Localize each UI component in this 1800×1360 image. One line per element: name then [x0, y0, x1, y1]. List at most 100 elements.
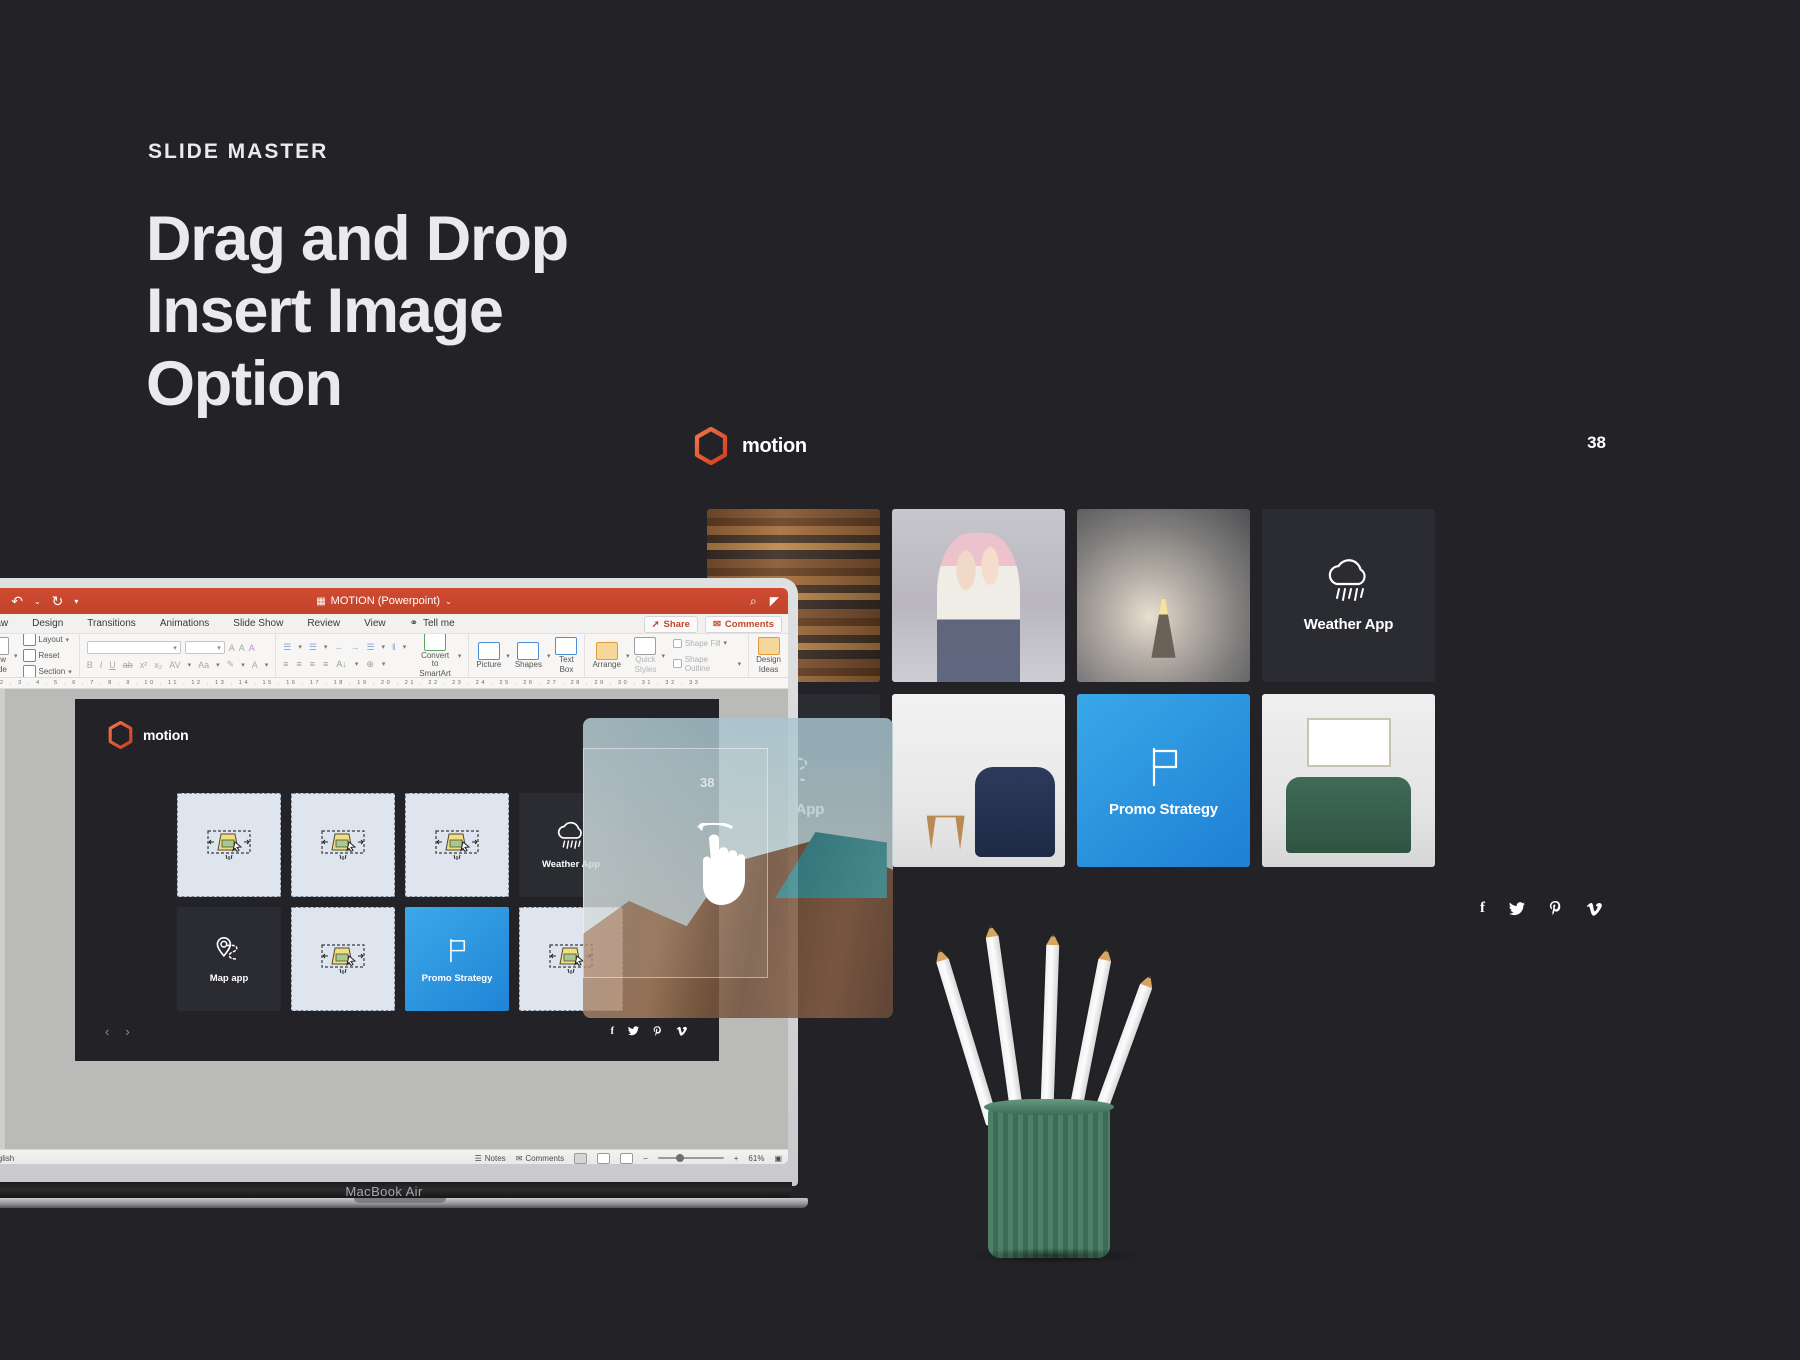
share-button[interactable]: ➚ Share — [643, 616, 698, 633]
picture-button[interactable]: Picture — [476, 641, 501, 669]
facebook-icon[interactable]: f — [1480, 900, 1485, 917]
tab-slide-show[interactable]: Slide Show — [221, 618, 295, 629]
font-size-select[interactable]: ▾ — [184, 641, 225, 654]
line-spacing-button[interactable]: ☰ — [366, 642, 374, 653]
layout-dropdown-icon[interactable]: ▾ — [66, 636, 70, 644]
numbering-dropdown-icon[interactable]: ▾ — [324, 643, 328, 651]
comments-button-status[interactable]: ✉ Comments — [516, 1154, 564, 1163]
superscript-button[interactable]: x² — [140, 660, 148, 670]
subscript-button[interactable]: x₂ — [154, 660, 162, 670]
shapes-dropdown-icon[interactable]: ▾ — [547, 652, 551, 660]
character-spacing-button[interactable]: AV — [169, 660, 180, 670]
reset-button[interactable]: Reset — [22, 649, 72, 662]
undo-icon[interactable]: ↶ — [11, 593, 23, 610]
text-box-button[interactable]: Text Box — [555, 637, 578, 674]
redo-icon[interactable]: ↻ — [52, 593, 64, 610]
shapes-button[interactable]: Shapes — [515, 641, 542, 669]
mini-tile-promo-strategy[interactable]: Promo Strategy — [405, 907, 509, 1011]
align-center-button[interactable]: ≡ — [297, 659, 302, 669]
tile-photo-interior[interactable] — [892, 694, 1065, 867]
mini-tile-map-app[interactable]: Map app — [177, 907, 281, 1011]
shrink-font-button[interactable]: A — [239, 643, 245, 653]
reading-view-icon[interactable] — [620, 1152, 634, 1164]
new-slide-button[interactable]: New Slide — [0, 637, 9, 674]
undo-dropdown-icon[interactable]: ⌄ — [34, 597, 41, 606]
tile-photo-lamp[interactable] — [1077, 509, 1250, 682]
text-highlight-button[interactable]: ✎ — [227, 659, 235, 670]
pinterest-icon[interactable] — [1549, 901, 1562, 916]
increase-indent-button[interactable]: → — [350, 642, 359, 652]
facebook-icon[interactable]: f — [611, 1026, 614, 1037]
new-slide-dropdown-icon[interactable]: ▾ — [14, 652, 18, 660]
quick-styles-button[interactable]: Quick Styles — [634, 637, 657, 674]
align-left-button[interactable]: ≡ — [283, 659, 288, 669]
tell-me-box[interactable]: ⚭ Tell me — [398, 618, 467, 629]
align-right-button[interactable]: ≡ — [310, 659, 315, 669]
zoom-in-button[interactable]: + — [734, 1154, 739, 1163]
horizontal-ruler[interactable]: 1 . 2 . 3 . 4 . 5 . 6 . 7 . 8 . 9 . 10 .… — [0, 678, 788, 689]
strikethrough-button[interactable]: ab — [123, 660, 133, 670]
next-arrow-icon[interactable]: › — [125, 1024, 129, 1039]
document-chevron-icon[interactable]: ⌄ — [445, 597, 452, 606]
columns-button[interactable]: ‖ — [392, 642, 396, 652]
placeholder-tile-1[interactable] — [177, 793, 281, 897]
account-icon[interactable]: ◤ — [770, 594, 779, 608]
fit-to-window-icon[interactable]: ▣ — [774, 1154, 782, 1163]
smartart-dropdown-icon[interactable]: ▾ — [458, 652, 462, 660]
normal-view-icon[interactable] — [574, 1152, 588, 1164]
search-icon[interactable]: ⌕ — [750, 594, 757, 609]
shape-outline-dropdown-icon[interactable]: ▾ — [738, 660, 742, 668]
slide-sorter-icon[interactable] — [597, 1152, 611, 1164]
tile-promo-strategy[interactable]: Promo Strategy — [1077, 694, 1250, 867]
quick-styles-dropdown-icon[interactable]: ▾ — [661, 652, 665, 660]
placeholder-tile-4[interactable] — [291, 907, 395, 1011]
numbering-button[interactable]: ☰ — [309, 642, 317, 653]
font-name-select[interactable]: ▾ — [86, 641, 181, 654]
arrange-button[interactable]: Arrange — [592, 641, 621, 669]
text-highlight-dropdown-icon[interactable]: ▾ — [241, 661, 245, 669]
shape-outline-button[interactable]: Shape Outline ▾ — [672, 655, 742, 673]
pinterest-icon[interactable] — [653, 1026, 662, 1037]
tile-weather-app[interactable]: Weather App — [1262, 509, 1435, 682]
bullets-dropdown-icon[interactable]: ▾ — [298, 643, 302, 651]
section-dropdown-icon[interactable]: ▾ — [68, 668, 72, 676]
arrange-dropdown-icon[interactable]: ▾ — [626, 652, 630, 660]
zoom-slider-knob[interactable] — [676, 1154, 685, 1162]
convert-to-smartart-button[interactable]: Convert to SmartArt — [417, 634, 453, 677]
tab-animations[interactable]: Animations — [148, 618, 221, 629]
font-color-dropdown-icon[interactable]: ▾ — [265, 661, 269, 669]
twitter-icon[interactable] — [1509, 901, 1525, 916]
clear-formatting-button[interactable]: A — [249, 643, 255, 653]
placeholder-tile-3[interactable] — [405, 793, 509, 897]
comments-button[interactable]: ✉ Comments — [704, 616, 782, 633]
decrease-indent-button[interactable]: ← — [334, 642, 343, 652]
line-spacing-dropdown-icon[interactable]: ▾ — [382, 643, 386, 651]
justify-button[interactable]: ≡ — [323, 659, 328, 669]
align-text-dropdown-icon[interactable]: ▾ — [382, 660, 386, 668]
tile-photo-green-chairs[interactable] — [1262, 694, 1435, 867]
shape-fill-button[interactable]: Shape Fill ▾ — [672, 638, 741, 648]
tab-transitions[interactable]: Transitions — [75, 618, 148, 629]
grow-font-button[interactable]: A — [229, 643, 235, 653]
bold-button[interactable]: B — [87, 660, 93, 670]
language-indicator[interactable]: English — [0, 1154, 14, 1163]
zoom-slider[interactable] — [657, 1154, 724, 1162]
tab-view[interactable]: View — [352, 618, 398, 629]
change-case-dropdown-icon[interactable]: ▾ — [216, 661, 220, 669]
shape-fill-dropdown-icon[interactable]: ▾ — [724, 639, 728, 647]
italic-button[interactable]: I — [100, 660, 103, 670]
qat-overflow-icon[interactable]: ▾ — [74, 597, 78, 606]
zoom-out-button[interactable]: − — [643, 1154, 648, 1163]
change-case-button[interactable]: Aa — [198, 660, 209, 670]
design-ideas-button[interactable]: Design Ideas — [756, 637, 781, 674]
underline-button[interactable]: U — [109, 660, 116, 670]
layout-button[interactable]: Layout ▾ — [22, 634, 72, 646]
vimeo-icon[interactable] — [1586, 902, 1602, 916]
prev-arrow-icon[interactable]: ‹ — [105, 1024, 109, 1039]
notes-button[interactable]: ☰ Notes — [475, 1154, 506, 1163]
tab-draw[interactable]: raw — [0, 618, 20, 629]
tab-design[interactable]: Design — [20, 618, 75, 629]
section-button[interactable]: Section ▾ — [22, 665, 72, 677]
twitter-icon[interactable] — [628, 1026, 639, 1036]
bullets-button[interactable]: ☰ — [283, 642, 291, 653]
